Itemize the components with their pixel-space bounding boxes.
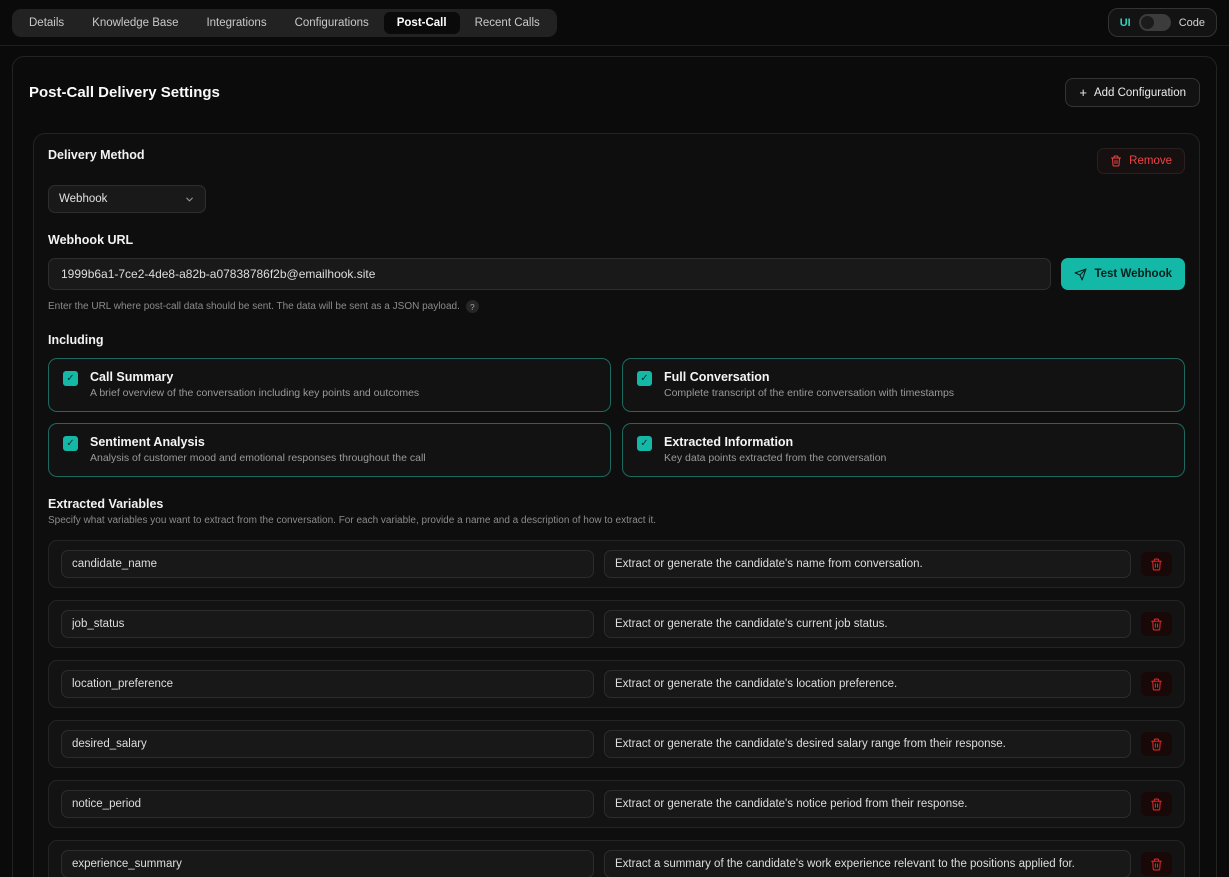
test-webhook-label: Test Webhook: [1094, 268, 1172, 280]
option-title: Extracted Information: [664, 435, 886, 449]
tab-recent-calls[interactable]: Recent Calls: [462, 12, 553, 34]
webhook-url-input[interactable]: [48, 258, 1051, 290]
page-title: Post-Call Delivery Settings: [29, 84, 220, 101]
post-call-panel: Post-Call Delivery Settings + Add Config…: [12, 56, 1217, 877]
option-description: Analysis of customer mood and emotional …: [90, 452, 426, 464]
variable-name-input[interactable]: [61, 610, 594, 638]
ui-code-switch[interactable]: [1139, 14, 1171, 31]
send-icon: [1074, 268, 1087, 281]
option-title: Full Conversation: [664, 370, 954, 384]
ui-toggle-label: UI: [1120, 17, 1131, 29]
trash-icon: [1150, 738, 1163, 751]
variable-name-input[interactable]: [61, 550, 594, 578]
option-full-conversation[interactable]: ✓ Full Conversation Complete transcript …: [622, 358, 1185, 412]
delete-variable-button[interactable]: [1141, 792, 1172, 816]
option-description: Key data points extracted from the conve…: [664, 452, 886, 464]
option-description: A brief overview of the conversation inc…: [90, 387, 419, 399]
variable-description-input[interactable]: [604, 610, 1131, 638]
remove-label: Remove: [1129, 155, 1172, 167]
option-call-summary[interactable]: ✓ Call Summary A brief overview of the c…: [48, 358, 611, 412]
option-title: Call Summary: [90, 370, 419, 384]
variable-row: [48, 840, 1185, 877]
plus-icon: +: [1079, 86, 1087, 99]
extracted-variables-description: Specify what variables you want to extra…: [48, 515, 1185, 526]
webhook-url-helper-text: Enter the URL where post-call data shoul…: [48, 301, 460, 312]
trash-icon: [1150, 678, 1163, 691]
tab-knowledge-base[interactable]: Knowledge Base: [79, 12, 191, 34]
variable-row: [48, 780, 1185, 828]
delivery-method-select[interactable]: Webhook: [48, 185, 206, 213]
variable-row: [48, 720, 1185, 768]
webhook-url-label: Webhook URL: [48, 233, 1185, 247]
including-options-grid: ✓ Call Summary A brief overview of the c…: [48, 358, 1185, 477]
variable-row: [48, 540, 1185, 588]
call-summary-checkbox[interactable]: ✓: [63, 371, 78, 386]
ui-code-toggle[interactable]: UI Code: [1108, 8, 1217, 37]
option-description: Complete transcript of the entire conver…: [664, 387, 954, 399]
delete-variable-button[interactable]: [1141, 672, 1172, 696]
test-webhook-button[interactable]: Test Webhook: [1061, 258, 1185, 290]
tab-configurations[interactable]: Configurations: [282, 12, 382, 34]
delete-variable-button[interactable]: [1141, 552, 1172, 576]
trash-icon: [1150, 618, 1163, 631]
configuration-card: Delivery Method Remove Webhook Webhook U…: [33, 133, 1200, 877]
extracted-variables-label: Extracted Variables: [48, 497, 1185, 511]
delete-variable-button[interactable]: [1141, 732, 1172, 756]
delivery-method-value: Webhook: [59, 193, 107, 205]
trash-icon: [1110, 155, 1122, 167]
variable-description-input[interactable]: [604, 850, 1131, 877]
variables-list: [48, 540, 1185, 877]
option-sentiment-analysis[interactable]: ✓ Sentiment Analysis Analysis of custome…: [48, 423, 611, 477]
help-icon[interactable]: ?: [466, 300, 479, 313]
variable-name-input[interactable]: [61, 850, 594, 877]
extracted-information-checkbox[interactable]: ✓: [637, 436, 652, 451]
variable-description-input[interactable]: [604, 790, 1131, 818]
variable-description-input[interactable]: [604, 670, 1131, 698]
option-title: Sentiment Analysis: [90, 435, 426, 449]
tab-bar: Details Knowledge Base Integrations Conf…: [12, 9, 557, 37]
full-conversation-checkbox[interactable]: ✓: [637, 371, 652, 386]
delete-variable-button[interactable]: [1141, 852, 1172, 876]
tab-details[interactable]: Details: [16, 12, 77, 34]
variable-name-input[interactable]: [61, 730, 594, 758]
add-configuration-button[interactable]: + Add Configuration: [1065, 78, 1200, 107]
variable-name-input[interactable]: [61, 790, 594, 818]
add-configuration-label: Add Configuration: [1094, 87, 1186, 99]
variable-name-input[interactable]: [61, 670, 594, 698]
delivery-method-label: Delivery Method: [48, 148, 145, 162]
trash-icon: [1150, 858, 1163, 871]
variable-description-input[interactable]: [604, 730, 1131, 758]
trash-icon: [1150, 558, 1163, 571]
sentiment-analysis-checkbox[interactable]: ✓: [63, 436, 78, 451]
trash-icon: [1150, 798, 1163, 811]
switch-knob: [1141, 16, 1154, 29]
panel-header: Post-Call Delivery Settings + Add Config…: [13, 57, 1216, 127]
variable-description-input[interactable]: [604, 550, 1131, 578]
tab-integrations[interactable]: Integrations: [193, 12, 279, 34]
remove-configuration-button[interactable]: Remove: [1097, 148, 1185, 174]
top-bar: Details Knowledge Base Integrations Conf…: [0, 0, 1229, 46]
chevron-down-icon: [184, 194, 195, 205]
including-label: Including: [48, 333, 1185, 347]
variable-row: [48, 660, 1185, 708]
option-extracted-information[interactable]: ✓ Extracted Information Key data points …: [622, 423, 1185, 477]
variable-row: [48, 600, 1185, 648]
code-toggle-label: Code: [1179, 17, 1205, 29]
tab-post-call[interactable]: Post-Call: [384, 12, 460, 34]
delete-variable-button[interactable]: [1141, 612, 1172, 636]
